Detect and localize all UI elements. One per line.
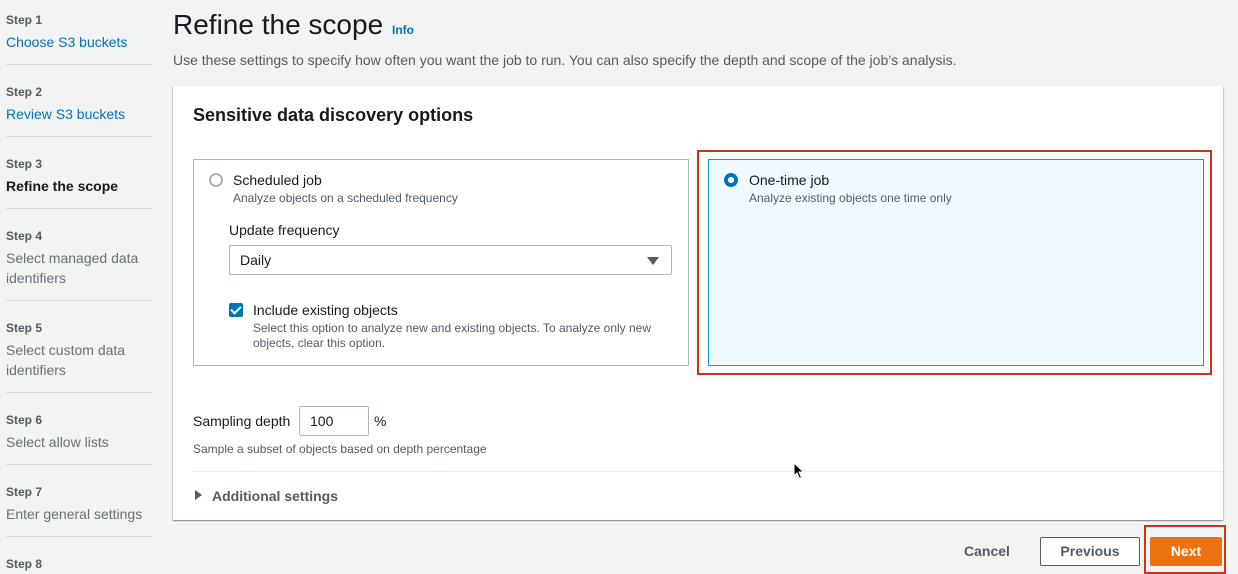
step-number: Step 7 [6, 485, 43, 499]
step-divider [6, 300, 153, 301]
sampling-depth-label: Sampling depth [193, 413, 291, 429]
step-divider [6, 208, 153, 209]
step-3-title: Refine the scope [6, 178, 119, 194]
step-1[interactable]: Step 1 Choose S3 buckets [6, 13, 153, 52]
step-5: Step 5 Select custom data identifiers [6, 321, 153, 380]
step-divider [6, 64, 153, 65]
scheduled-job-description: Analyze objects on a scheduled frequency [233, 191, 458, 205]
step-4: Step 4 Select managed data identifiers [6, 229, 153, 288]
step-number: Step 2 [6, 85, 43, 99]
step-4-title: Select managed data [6, 250, 139, 266]
step-6-title: Select allow lists [6, 434, 109, 450]
page-description: Use these settings to specify how often … [173, 52, 957, 68]
step-8: Step 8 [6, 557, 153, 571]
step-number: Step 3 [6, 157, 43, 171]
step-2-link[interactable]: Review S3 buckets [6, 104, 153, 124]
caret-down-icon [647, 257, 659, 265]
discovery-options-panel: Sensitive data discovery options Schedul… [173, 86, 1223, 520]
step-number: Step 5 [6, 321, 43, 335]
step-4-title-line2: identifiers [6, 270, 66, 286]
step-number: Step 8 [6, 557, 43, 571]
sampling-depth-description: Sample a subset of objects based on dept… [193, 442, 487, 456]
wizard-steps-sidebar: Step 1 Choose S3 buckets Step 2 Review S… [0, 0, 160, 574]
step-divider [6, 392, 153, 393]
scheduled-job-radio[interactable] [209, 173, 223, 187]
step-3-current: Step 3 Refine the scope [6, 157, 153, 196]
additional-settings-toggle[interactable]: Additional settings [212, 488, 338, 504]
page-title: Refine the scope [173, 9, 384, 40]
panel-title: Sensitive data discovery options [193, 105, 474, 125]
sampling-depth-unit: % [374, 413, 387, 429]
step-divider [6, 136, 153, 137]
update-frequency-select[interactable]: Daily [229, 245, 672, 275]
step-7-title: Enter general settings [6, 506, 143, 522]
mouse-cursor-icon [793, 462, 805, 480]
update-frequency-value: Daily [240, 252, 272, 268]
step-2[interactable]: Step 2 Review S3 buckets [6, 85, 153, 124]
one-time-job-tile[interactable]: One-time job Analyze existing objects on… [708, 159, 1204, 366]
include-existing-checkbox[interactable] [229, 303, 243, 317]
caret-right-icon[interactable] [195, 490, 202, 500]
step-5-title: Select custom data [6, 342, 126, 358]
section-divider [193, 471, 1223, 472]
one-time-job-label: One-time job [749, 172, 830, 188]
step-number: Step 6 [6, 413, 43, 427]
include-existing-description-2: objects, clear this option. [253, 336, 386, 350]
update-frequency-label: Update frequency [229, 222, 340, 238]
step-number: Step 4 [6, 229, 43, 243]
step-1-link[interactable]: Choose S3 buckets [6, 32, 153, 52]
one-time-job-radio[interactable] [724, 173, 738, 187]
step-6: Step 6 Select allow lists [6, 413, 153, 452]
cancel-button[interactable]: Cancel [964, 543, 1010, 559]
sampling-depth-input[interactable]: 100 [299, 406, 369, 436]
step-divider [6, 464, 153, 465]
include-existing-description-1: Select this option to analyze new and ex… [253, 321, 652, 335]
include-existing-label: Include existing objects [253, 302, 398, 318]
one-time-job-description: Analyze existing objects one time only [749, 191, 952, 205]
scheduled-job-label: Scheduled job [233, 172, 322, 188]
next-button[interactable]: Next [1150, 537, 1222, 566]
step-number: Step 1 [6, 13, 43, 27]
scheduled-job-tile[interactable]: Scheduled job Analyze objects on a sched… [193, 159, 689, 366]
info-link[interactable]: Info [392, 23, 414, 37]
previous-button[interactable]: Previous [1040, 537, 1140, 566]
step-7: Step 7 Enter general settings [6, 485, 153, 524]
step-divider [6, 536, 153, 537]
step-5-title-line2: identifiers [6, 362, 66, 378]
